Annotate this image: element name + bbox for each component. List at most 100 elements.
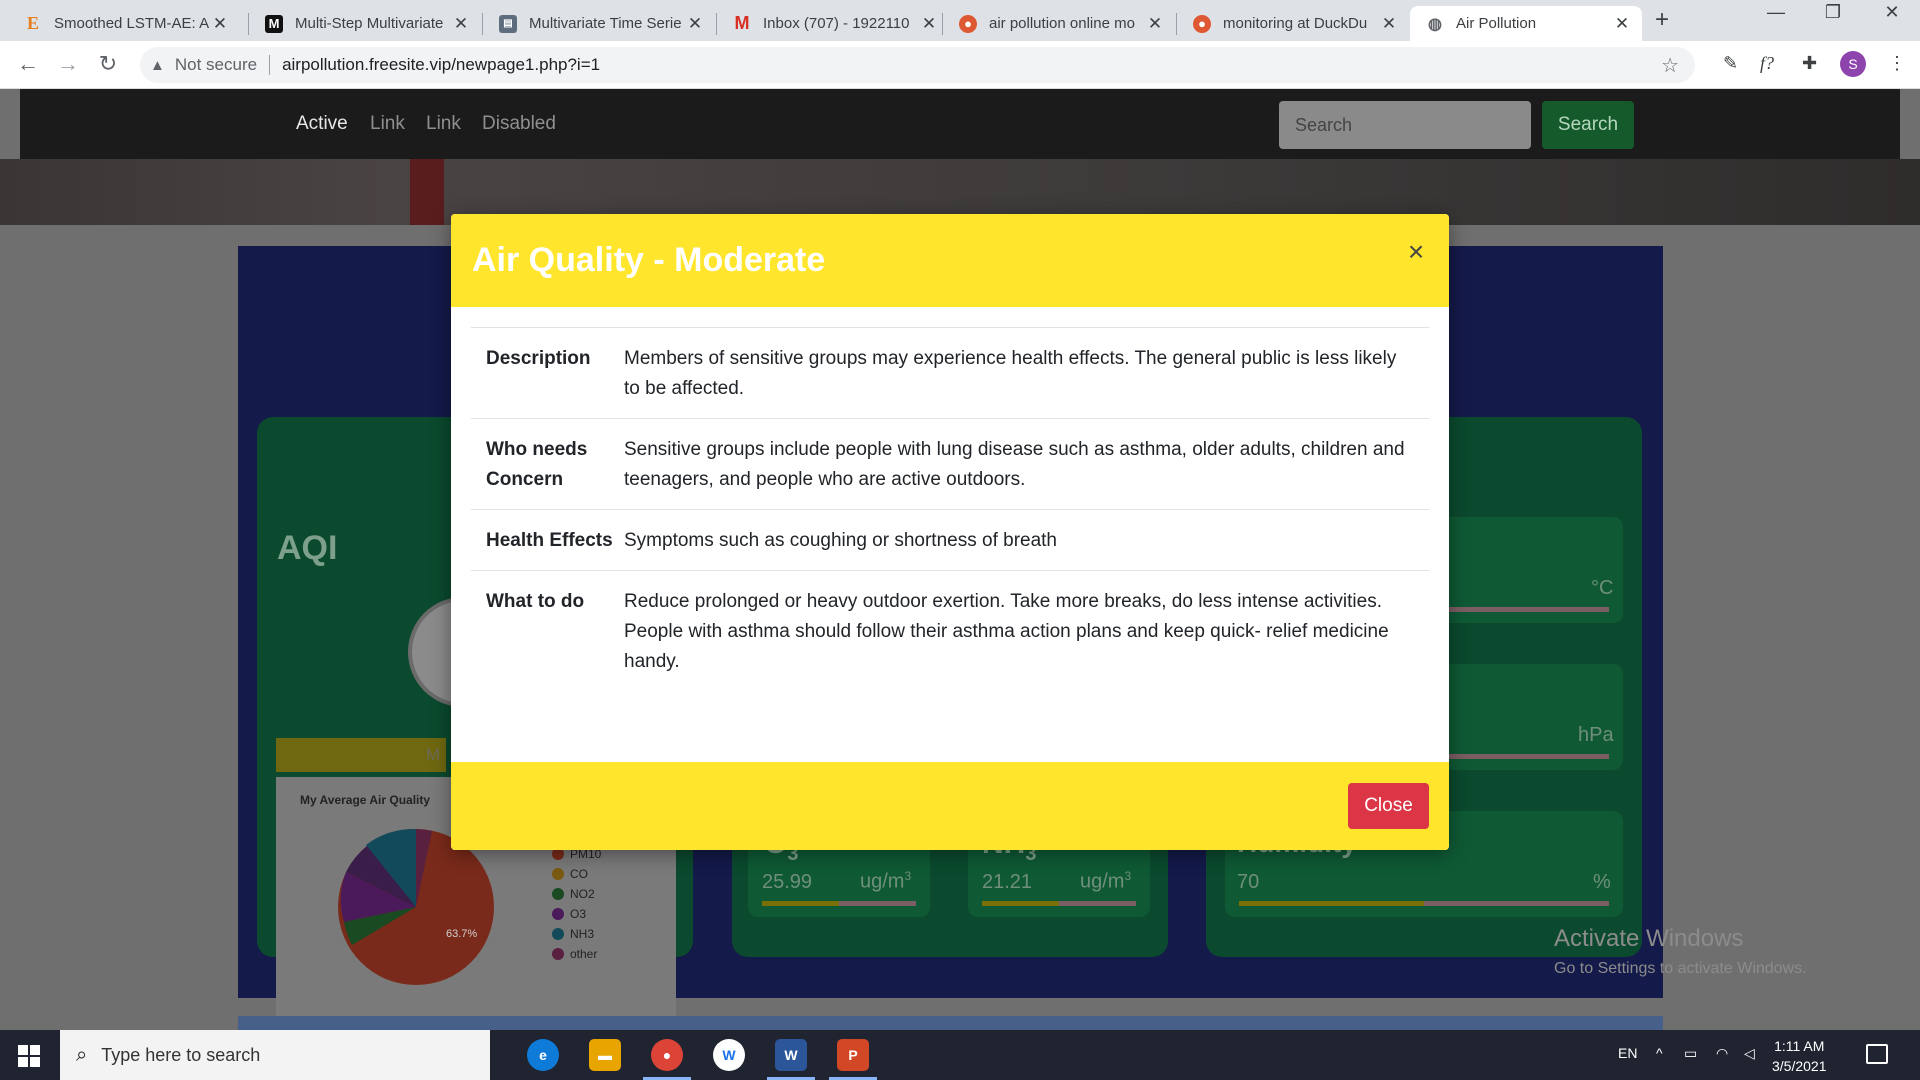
row-label: What to do [486,591,585,612]
app-w-icon[interactable]: W [713,1039,745,1071]
info-row-what-to-do: What to do Reduce prolonged or heavy out… [471,570,1429,691]
pie-slice-label: 63.7% [446,928,477,940]
nh3-bar [982,901,1136,906]
nh3-value: 21.21 [982,871,1033,893]
pressure-unit: hPa [1578,724,1614,746]
legend-item: NO2 [552,884,601,904]
browser-tab[interactable]: ▤ Multivariate Time Serie ✕ [483,6,715,41]
extension-formula-icon[interactable]: f? [1760,53,1774,74]
pie-chart: 63.7% [338,828,494,985]
not-secure-label: Not secure [174,55,258,74]
battery-icon[interactable]: ▭ [1684,1045,1697,1062]
o3-bar [762,901,916,906]
extension-pen-icon[interactable]: ✎ [1723,53,1738,74]
row-text: Reduce prolonged or heavy outdoor exerti… [624,591,1389,672]
close-tab-icon[interactable]: ✕ [1612,14,1632,34]
reload-icon[interactable]: ↻ [94,51,122,77]
window-close-icon[interactable]: ✕ [1872,2,1912,23]
tab-title: Inbox (707) - 1922110 [763,15,910,32]
address-bar[interactable]: ▲ Not secure airpollution.freesite.vip/n… [140,47,1695,83]
row-label: Health Effects [486,530,613,551]
windows-start-icon[interactable] [18,1045,40,1067]
clock-date: 3/5/2021 [1772,1058,1827,1074]
extensions-puzzle-icon[interactable]: ✚ [1802,53,1817,74]
taskbar-search-placeholder: Type here to search [101,1044,261,1065]
tab-title: Smoothed LSTM-AE: A [54,15,210,32]
tab-strip: E Smoothed LSTM-AE: A ✕ M Multi-Step Mul… [0,0,1920,41]
modal-close-icon[interactable]: × [1401,236,1431,268]
info-row-who-needs-concern: Who needs Concern Sensitive groups inclu… [471,418,1429,509]
tab-title: Air Pollution [1456,15,1537,32]
volume-icon[interactable]: ◁ [1744,1045,1755,1062]
nav-link-active[interactable]: Active [296,113,348,135]
nav-link-disabled: Disabled [482,113,556,134]
modal-title: Air Quality - Moderate [472,241,826,279]
row-text: Symptoms such as coughing or shortness o… [624,530,1058,551]
row-text: Sensitive groups include people with lun… [624,439,1405,490]
tray-chevron-icon[interactable]: ^ [1656,1045,1663,1061]
browser-tab[interactable]: ● air pollution online mo ✕ [943,6,1175,41]
legend-item: CO [552,864,601,884]
wifi-icon[interactable]: ◠ [1716,1045,1728,1062]
bookmark-star-icon[interactable]: ☆ [1661,53,1679,78]
edge-icon[interactable]: e [527,1039,559,1071]
legend-item: other [552,944,601,964]
tab-title: Multi-Step Multivariate [295,15,444,32]
nav-link[interactable]: Link [426,113,461,135]
file-explorer-icon[interactable]: ▬ [589,1039,621,1071]
page-backdrop: Active Link Link Disabled Search Search … [0,89,1920,1030]
back-icon[interactable]: ← [14,51,42,77]
duckduckgo-icon: ● [959,14,977,33]
modal-body: Description Members of sensitive groups … [471,327,1429,691]
close-tab-icon[interactable]: ✕ [1145,14,1165,34]
taskbar-clock[interactable]: 1:11 AM 3/5/2021 [1772,1036,1827,1076]
legend-item: O3 [552,904,601,924]
close-tab-icon[interactable]: ✕ [1379,14,1399,34]
windows-taskbar: ⌕ Type here to search e ▬ ● W W P EN ^ ▭… [0,1030,1920,1080]
notification-icon[interactable] [1866,1044,1888,1064]
taskbar-search-input[interactable]: ⌕ Type here to search [60,1030,490,1080]
tab-title: Multivariate Time Serie [529,15,682,32]
close-button[interactable]: Close [1348,783,1429,829]
browser-tab[interactable]: E Smoothed LSTM-AE: A ✕ [8,6,240,41]
aqi-category-band: M [276,738,446,772]
word-icon[interactable]: W [775,1039,807,1071]
humidity-bar [1239,901,1609,906]
browser-tab-active[interactable]: ◍ Air Pollution ✕ [1410,6,1642,41]
document-icon: ▤ [499,14,517,33]
forward-icon[interactable]: → [54,51,82,77]
tab-title: monitoring at DuckDu [1223,15,1368,32]
chrome-icon[interactable]: ● [651,1039,683,1071]
hero-chimney [410,159,444,225]
browser-tab[interactable]: M Inbox (707) - 1922110 ✕ [717,6,949,41]
url-text: airpollution.freesite.vip/newpage1.php?i… [282,55,601,74]
o3-unit: ug/m3 [860,869,912,893]
nav-link[interactable]: Link [370,113,405,135]
site-navbar: Active Link Link Disabled Search Search [20,89,1900,159]
site-search-button[interactable]: Search [1542,101,1634,149]
close-tab-icon[interactable]: ✕ [919,14,939,34]
minimize-icon[interactable]: — [1756,2,1796,23]
browser-tab[interactable]: ● monitoring at DuckDu ✕ [1177,6,1409,41]
page-bottom-band [238,1016,1663,1030]
new-tab-icon[interactable]: + [1655,6,1669,34]
restore-icon[interactable]: ❐ [1813,2,1853,23]
browser-tab[interactable]: M Multi-Step Multivariate ✕ [249,6,481,41]
profile-avatar[interactable]: S [1840,51,1866,77]
close-tab-icon[interactable]: ✕ [210,14,230,34]
menu-kebab-icon[interactable]: ⋮ [1888,53,1906,74]
close-tab-icon[interactable]: ✕ [451,14,471,34]
site-search-input[interactable]: Search [1279,101,1531,149]
activate-windows-subtitle: Go to Settings to activate Windows. [1554,960,1807,977]
powerpoint-icon[interactable]: P [837,1039,869,1071]
modal-header: Air Quality - Moderate × [451,214,1449,307]
humidity-unit: % [1593,871,1611,893]
pie-title: My Average Air Quality [300,793,431,807]
humidity-value: 70 [1237,871,1260,893]
close-tab-icon[interactable]: ✕ [685,14,705,34]
clock-time: 1:11 AM [1774,1038,1825,1054]
legend-item: NH3 [552,924,601,944]
info-row-description: Description Members of sensitive groups … [471,327,1429,418]
language-indicator[interactable]: EN [1618,1045,1637,1061]
gmail-icon: M [734,13,750,33]
